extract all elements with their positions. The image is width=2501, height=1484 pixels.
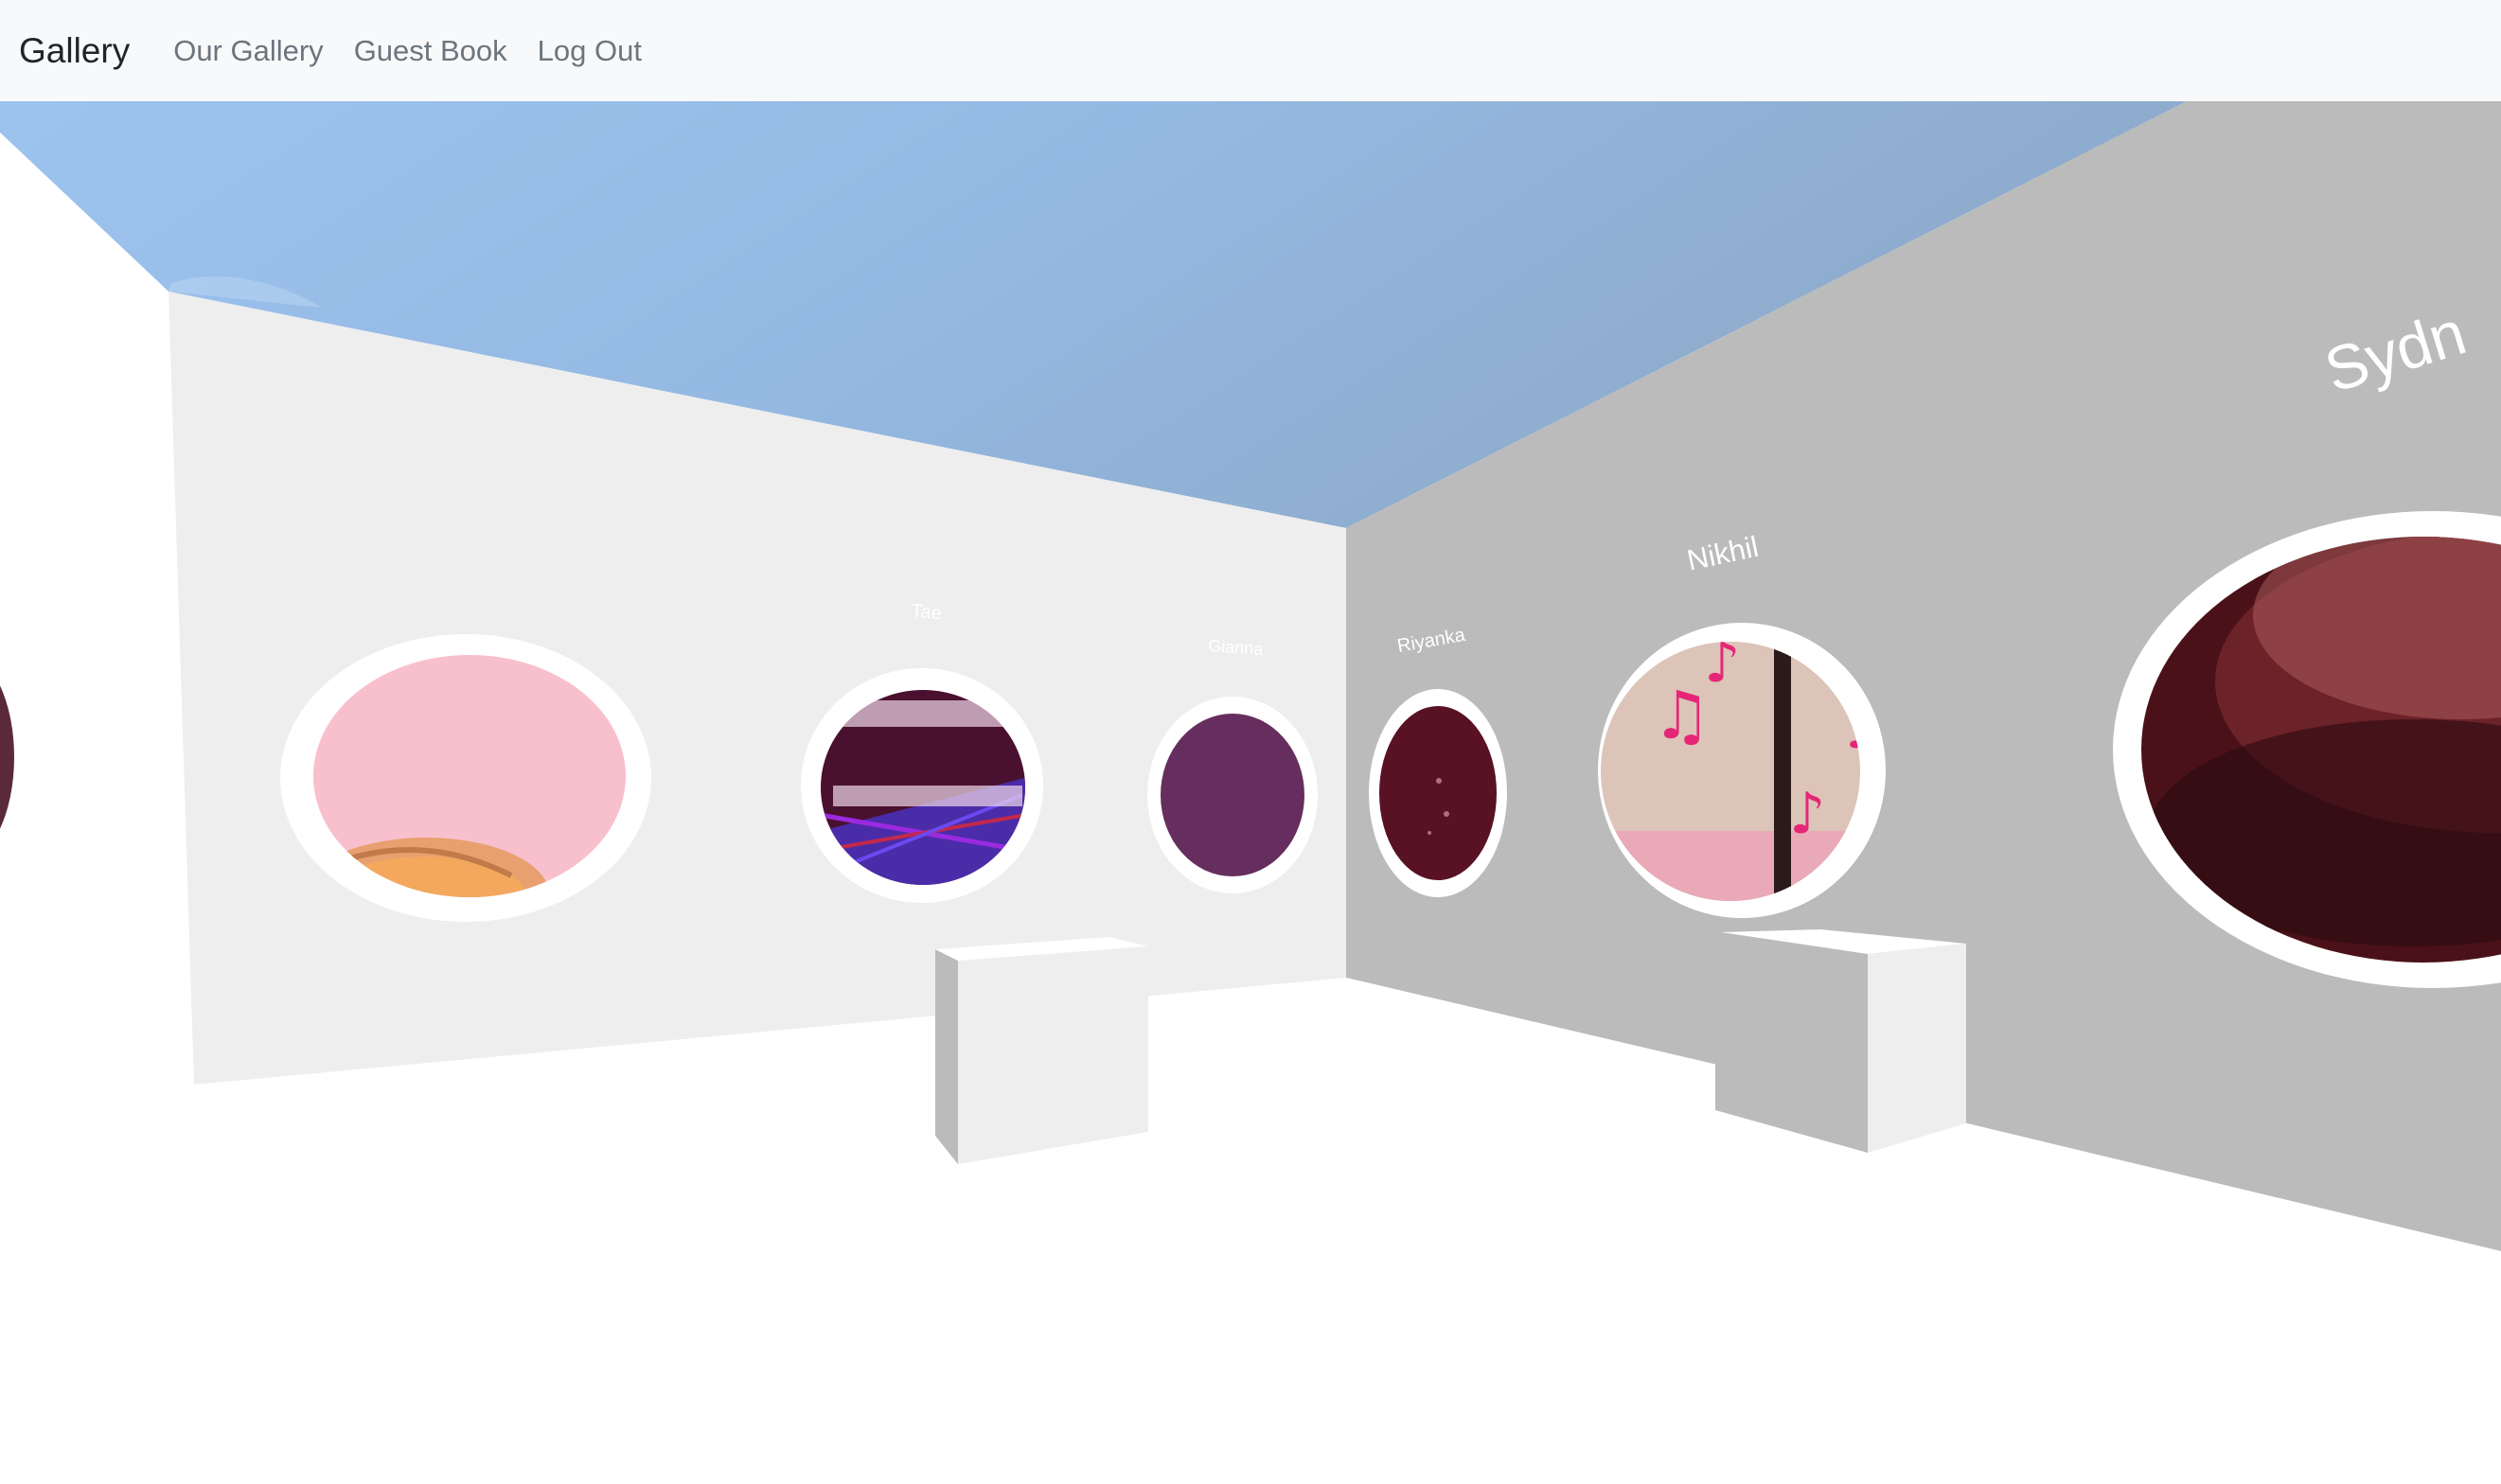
svg-text:♪: ♪ (1789, 781, 1825, 847)
artwork-frame-riyanka[interactable] (1369, 689, 1507, 897)
brand-link[interactable]: Gallery (19, 31, 130, 71)
artist-label-tae: Tae (910, 600, 942, 624)
top-navbar: Gallery Our Gallery Guest Book Log Out (0, 0, 2501, 101)
artwork-frame-tae[interactable] (801, 668, 1043, 903)
pedestal-right[interactable] (1715, 929, 1966, 1153)
artwork-frame-gianna[interactable] (1147, 697, 1318, 893)
nav-guest-book[interactable]: Guest Book (354, 34, 507, 68)
nav-log-out[interactable]: Log Out (538, 34, 642, 68)
scene-canvas[interactable]: Tae Gianna Riyanka Nikhil Sydn ♫ ♪ ♪ (0, 101, 2501, 1484)
pedestal-left[interactable] (935, 937, 1148, 1164)
artist-label-gianna: Gianna (1208, 636, 1265, 659)
artwork-frame-nikhil[interactable]: ♫ ♪ ♪ ♪ (1598, 623, 1886, 918)
svg-text:♫: ♫ (1652, 677, 1712, 754)
gallery-3d-scene[interactable]: Tae Gianna Riyanka Nikhil Sydn ♫ ♪ ♪ (0, 101, 2501, 1484)
nav-our-gallery[interactable]: Our Gallery (173, 34, 323, 68)
